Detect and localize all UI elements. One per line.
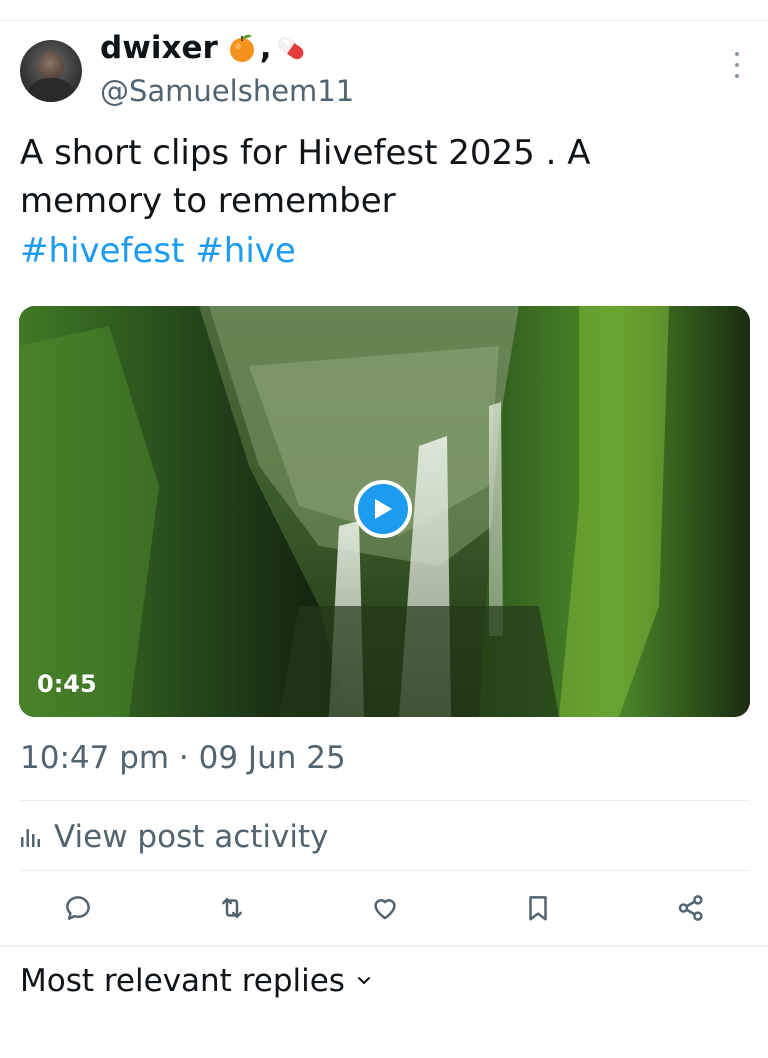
display-name[interactable]: dwixer , <box>100 30 308 66</box>
repost-icon <box>222 898 242 918</box>
pill-emoji-icon <box>277 37 303 60</box>
avatar-body <box>26 78 76 102</box>
analytics-icon <box>21 829 40 847</box>
name-emojis: , <box>226 30 308 66</box>
action-bar <box>0 878 768 938</box>
replies-sort-label: Most relevant replies <box>20 963 345 999</box>
hashtag-link[interactable]: #hive <box>195 231 296 271</box>
section-divider <box>0 945 768 947</box>
post-timestamp[interactable]: 10:47 pm · 09 Jun 25 <box>20 740 346 776</box>
bookmark-icon <box>529 896 547 921</box>
like-button[interactable] <box>367 890 403 926</box>
tweet-text: A short clips for Hivefest 2025 . A memo… <box>20 133 591 221</box>
video-duration: 0:45 <box>37 670 97 698</box>
hashtags: #hivefest #hive <box>20 227 296 275</box>
play-icon <box>375 499 392 519</box>
reply-button[interactable] <box>60 890 96 926</box>
repost-button[interactable] <box>214 890 250 926</box>
name-separator: , <box>259 30 272 66</box>
reply-icon <box>66 896 90 920</box>
view-post-activity-link[interactable]: View post activity <box>20 815 329 859</box>
bookmark-button[interactable] <box>520 890 556 926</box>
view-post-activity-label: View post activity <box>54 819 329 855</box>
divider <box>20 800 750 801</box>
avatar[interactable] <box>20 40 82 102</box>
share-button[interactable] <box>673 890 709 926</box>
user-handle[interactable]: @Samuelshem11 <box>100 74 354 108</box>
orange-emoji-icon <box>229 34 254 62</box>
more-options-icon[interactable] <box>730 52 744 78</box>
avatar-head <box>38 52 64 80</box>
play-button[interactable] <box>354 480 412 538</box>
chevron-down-icon <box>357 977 370 984</box>
like-icon <box>374 899 396 920</box>
replies-sort-dropdown[interactable]: Most relevant replies <box>20 963 371 999</box>
display-name-text: dwixer <box>100 30 218 66</box>
top-divider <box>0 20 768 21</box>
share-icon <box>678 895 703 921</box>
hashtag-link[interactable]: #hivefest <box>20 231 184 271</box>
divider <box>20 870 750 871</box>
